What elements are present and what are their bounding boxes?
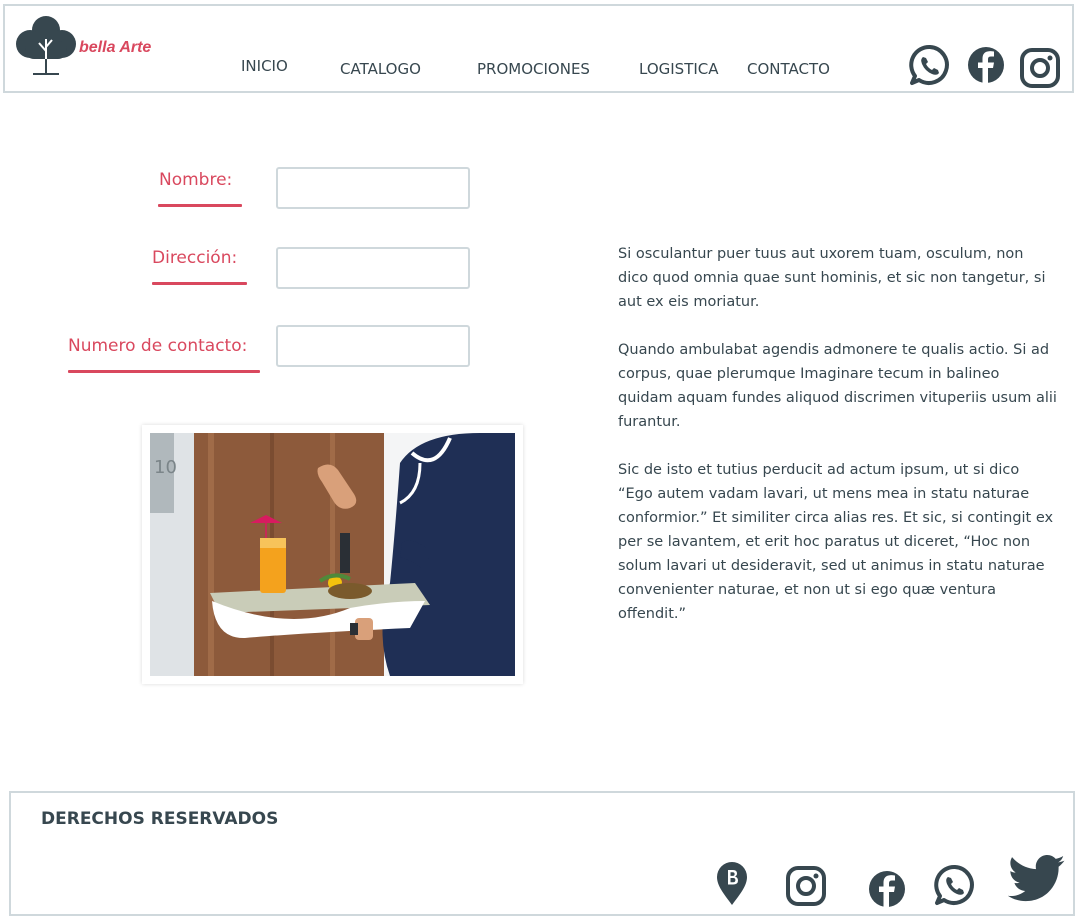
direccion-field[interactable] — [276, 247, 470, 289]
contacto-label: Numero de contacto: — [68, 336, 248, 356]
facebook-icon[interactable] — [867, 869, 907, 909]
whatsapp-icon[interactable] — [933, 863, 977, 907]
whatsapp-icon[interactable] — [908, 43, 952, 87]
nombre-label: Nombre: — [159, 170, 233, 190]
instagram-icon[interactable] — [1019, 47, 1061, 89]
direccion-underline — [152, 282, 247, 285]
door-number: 10 — [154, 457, 177, 478]
tree-icon[interactable] — [15, 13, 77, 79]
site-header: bella Arte INICIO CATALOGO PROMOCIONES L… — [3, 4, 1074, 93]
nav-item-catalogo[interactable]: CATALOGO — [340, 60, 421, 78]
direccion-label: Dirección: — [152, 248, 238, 268]
nav-item-logistica[interactable]: LOGISTICA — [639, 60, 719, 78]
brand-name[interactable]: bella Arte — [79, 39, 151, 57]
site-footer: DERECHOS RESERVADOS — [9, 791, 1075, 916]
nav-item-contacto[interactable]: CONTACTO — [747, 60, 830, 78]
content-paragraph-1: Si osculantur puer tuus aut uxorem tuam,… — [618, 246, 1046, 310]
content-paragraph-2: Quando ambulabat agendis admonere te qua… — [618, 342, 1057, 430]
contacto-field[interactable] — [276, 325, 470, 367]
twitter-icon[interactable] — [1008, 855, 1066, 903]
instagram-icon[interactable] — [785, 865, 827, 907]
facebook-icon[interactable] — [966, 45, 1006, 85]
location-b-icon[interactable] — [714, 859, 750, 907]
nombre-underline — [158, 204, 242, 207]
content-paragraph-3: Sic de isto et tutius perducit ad actum … — [618, 462, 1054, 622]
photo-frame: 10 — [142, 425, 523, 684]
nombre-field[interactable] — [276, 167, 470, 209]
footer-title: DERECHOS RESERVADOS — [41, 809, 279, 829]
nav-item-inicio[interactable]: INICIO — [241, 57, 288, 75]
room-service-photo: 10 — [150, 433, 515, 676]
nav-item-promociones[interactable]: PROMOCIONES — [477, 60, 590, 78]
contacto-underline — [68, 370, 260, 373]
